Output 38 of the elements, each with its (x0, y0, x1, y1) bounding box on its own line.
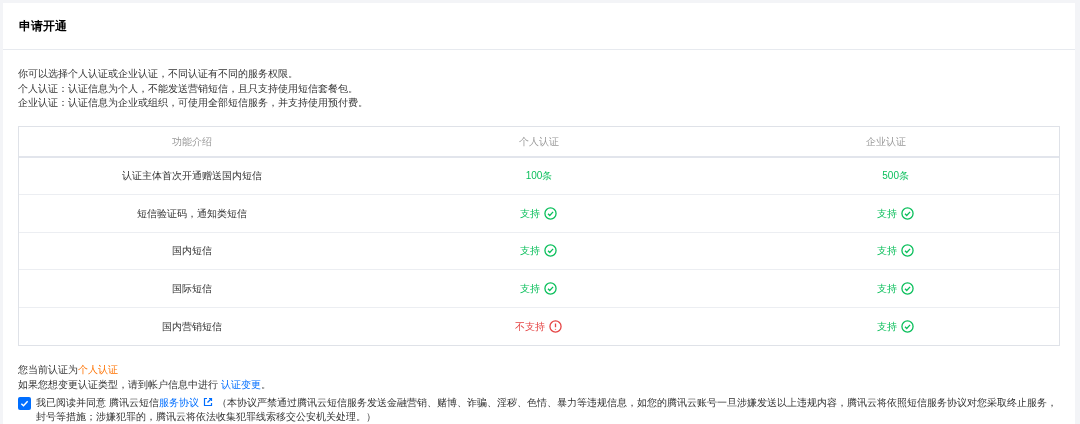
supported-text: 支持 (520, 206, 541, 221)
feature-text: 短信验证码，通知类短信 (137, 206, 248, 221)
supported-text: 支持 (520, 244, 541, 259)
current-auth-text: 您当前认证为个人认证 (18, 363, 119, 377)
intro-text: 你可以选择个人认证或企业认证，不同认证有不同的服务权限。 (18, 67, 299, 81)
supported-text: 支持 (877, 206, 898, 221)
intro-text: 企业认证：认证信息为企业或组织，可使用全部短信服务，并支持使用预付费。 (18, 96, 369, 110)
page-title: 申请开通 (19, 18, 67, 35)
count-text: 500条 (882, 169, 909, 184)
unsupported-text: 不支持 (515, 319, 546, 334)
check-circle-icon (901, 206, 915, 220)
feature-text: 国内短信 (172, 244, 213, 259)
supported-text: 支持 (877, 319, 898, 334)
external-link-icon[interactable] (202, 397, 213, 407)
check-circle-icon (544, 206, 558, 220)
feature-text: 国内营销短信 (162, 319, 223, 334)
check-circle-icon (901, 319, 915, 333)
intro-text: 个人认证：认证信息为个人，不能发送营销短信，且只支持使用短信套餐包。 (18, 81, 359, 96)
supported-text: 支持 (877, 281, 898, 296)
supported-text: 支持 (877, 244, 898, 259)
warning-circle-icon (549, 319, 563, 333)
column-header: 功能介绍 (172, 134, 213, 149)
check-circle-icon (544, 281, 558, 295)
column-header: 企业认证 (865, 134, 906, 149)
check-circle-icon (544, 244, 558, 258)
feature-text: 认证主体首次开通赠送国内短信 (122, 169, 263, 184)
change-auth-link[interactable]: 认证变更 (220, 379, 261, 390)
feature-text: 国际短信 (172, 281, 213, 296)
checkmark-icon (20, 399, 29, 408)
agreement-text: 我已阅读并同意 腾讯云短信服务协议 （本协议严禁通过腾讯云短信服务发送金融营销、赌博、诈骗、淫秽、色情、暴力等违规信息，如您的腾讯云账号一旦涉嫌发送以上违规内容，腾讯云将依照短信服务协议对您采取终止服务，封号等措施；涉嫌犯罪的，腾讯云将依法收集犯罪线索移交公安机关处理。） (36, 396, 1058, 424)
check-circle-icon (901, 281, 915, 295)
column-header: 个人认证 (519, 134, 559, 149)
check-circle-icon (901, 244, 915, 258)
change-auth-text: 如果您想变更认证类型，请到帐户信息中进行 认证变更。 (18, 378, 272, 392)
supported-text: 支持 (520, 281, 541, 296)
agreement-checkbox[interactable] (18, 397, 31, 410)
count-text: 100条 (525, 169, 553, 184)
service-agreement-link[interactable]: 服务协议 (158, 397, 199, 408)
